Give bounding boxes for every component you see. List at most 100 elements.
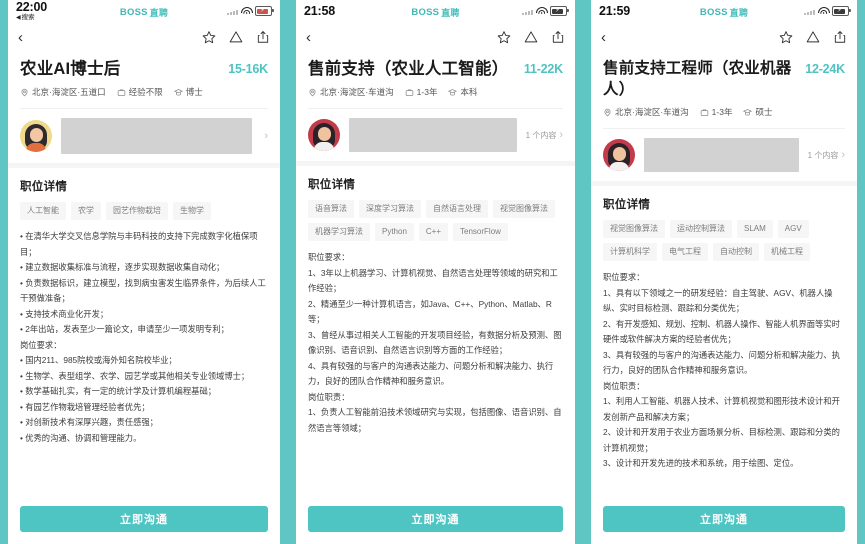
description-line: • 支持技术商业化开发； bbox=[20, 308, 109, 319]
description-line: • 有园艺作物栽培管理经验者优先； bbox=[20, 401, 150, 412]
boss-logo-en: BOSS bbox=[699, 7, 728, 18]
phone-panel-2: 21:58 BOSS 直聘 ⚡ ‹ 售前支持（农业人工智能） 11-22K 北京… bbox=[288, 0, 583, 544]
back-button[interactable]: ‹ bbox=[306, 30, 322, 45]
skill-tag: 语音算法 bbox=[308, 200, 354, 218]
star-icon[interactable] bbox=[202, 30, 216, 44]
battery-icon: ⚡ bbox=[550, 6, 569, 16]
details-section-title: 职位详情 bbox=[20, 181, 68, 193]
chevron-right-icon: › bbox=[559, 128, 563, 141]
nav-bar: ‹ bbox=[296, 22, 575, 52]
description-line: 2、有开发感知、规划、控制、机器人操作、智能人机界面等实时硬件或软件解决方案的经… bbox=[603, 318, 840, 345]
meta-education: 博士 bbox=[173, 86, 203, 98]
nav-bar: ‹ bbox=[8, 22, 280, 52]
job-title-row: 农业AI博士后 15-16K bbox=[20, 58, 268, 80]
chat-now-button[interactable]: 立即沟通 bbox=[308, 506, 563, 532]
job-title-row: 售前支持（农业人工智能） 11-22K bbox=[308, 58, 563, 80]
skill-tag: SLAM bbox=[737, 220, 773, 238]
job-description: 职位要求： 1、具有以下领域之一的研发经验：自主驾驶、AGV、机器人操纵、实时目标… bbox=[603, 270, 845, 472]
nav-actions bbox=[779, 30, 847, 44]
avatar bbox=[603, 139, 635, 171]
page-title: 售前支持（农业人工智能） bbox=[308, 60, 509, 78]
boss-logo: BOSS 直聘 bbox=[411, 6, 459, 19]
description-line: 1、具有以下领域之一的研发经验：自主驾驶、AGV、机器人操纵、实时目标检测、跟踪… bbox=[603, 287, 833, 314]
status-bar-right: ⚡ bbox=[522, 6, 569, 16]
description-line: 岗位职责： bbox=[308, 391, 350, 402]
status-back-label: 搜索 bbox=[21, 13, 35, 21]
back-button[interactable]: ‹ bbox=[601, 30, 617, 45]
status-bar: 21:59 BOSS 直聘 ⚡ bbox=[591, 0, 857, 22]
boss-card[interactable]: › bbox=[8, 109, 280, 163]
boss-logo-en: BOSS bbox=[411, 7, 440, 18]
share-icon[interactable] bbox=[256, 30, 270, 44]
description-line: • 建立数据收集标准与流程，逐步实现数据收集自动化； bbox=[20, 262, 225, 272]
share-icon[interactable] bbox=[833, 30, 847, 44]
signal-icon bbox=[522, 8, 533, 15]
salary-badge: 15-16K bbox=[228, 62, 268, 76]
status-bar-left: 22:00 ◀ 搜索 bbox=[16, 0, 90, 22]
battery-icon: ⚡ bbox=[832, 6, 851, 16]
chevron-right-icon: › bbox=[841, 148, 845, 161]
skill-tag: 园艺作物栽培 bbox=[106, 202, 168, 220]
status-bar: 21:58 BOSS 直聘 ⚡ bbox=[296, 0, 575, 22]
description-line: • 国内211、985院校或海外知名院校毕业； bbox=[20, 355, 177, 365]
description-line: 1、利用人工智能、机器人技术、计算机视觉和图形技术设计和开发创新产品和解决方案； bbox=[603, 396, 840, 422]
star-icon[interactable] bbox=[497, 30, 511, 44]
meta-experience: 1-3年 bbox=[700, 106, 732, 118]
boss-card[interactable]: 1 个内容 › bbox=[296, 109, 575, 161]
battery-icon: ⚡ bbox=[255, 6, 274, 16]
chat-now-button[interactable]: 立即沟通 bbox=[603, 506, 845, 532]
meta-location: 北京·海淀区·五道口 bbox=[20, 86, 106, 98]
meta-location: 北京·海淀区·车道沟 bbox=[308, 86, 394, 98]
warning-icon[interactable] bbox=[229, 30, 243, 44]
star-icon[interactable] bbox=[779, 30, 793, 44]
description-line: • 优秀的沟通、协调和管理能力。 bbox=[20, 432, 142, 443]
boss-content-count: 1 个内容 bbox=[807, 150, 839, 160]
description-line: 岗位职责： bbox=[603, 380, 645, 391]
boss-info-placeholder bbox=[644, 138, 799, 172]
job-description: • 在清华大学交叉信息学院与丰码科技的支持下完成数字化植保项目； • 建立数据收集… bbox=[20, 229, 268, 446]
status-back-to-app[interactable]: ◀ 搜索 bbox=[16, 14, 90, 22]
status-time: 22:00 bbox=[16, 0, 47, 14]
boss-card-right: › bbox=[261, 130, 268, 142]
job-details: 职位详情 语音算法 深度学习算法 自然语言处理 视觉图像算法 机器学习算法 Python C… bbox=[296, 166, 575, 496]
job-details: 职位详情 视觉图像算法 运动控制算法 SLAM AGV 计算机科学 电气工程 自动控制 机械工… bbox=[591, 186, 857, 496]
meta-location-label: 北京·海淀区·五道口 bbox=[32, 87, 106, 97]
status-bar-left: 21:59 bbox=[599, 4, 673, 18]
details-section-title: 职位详情 bbox=[603, 199, 651, 211]
share-icon[interactable] bbox=[551, 30, 565, 44]
wifi-icon bbox=[535, 7, 548, 15]
phone-panel-3: 21:59 BOSS 直聘 ⚡ ‹ 售前支持工程师（农业机器人） 12-24K … bbox=[583, 0, 865, 544]
skill-tag: TensorFlow bbox=[453, 223, 508, 241]
warning-icon[interactable] bbox=[806, 30, 820, 44]
skill-tag: C++ bbox=[418, 223, 449, 241]
description-line: 4、具有较强的与客户的沟通表达能力、问题分析和解决能力、执行力，良好的团队合作精… bbox=[308, 360, 554, 387]
job-meta: 北京·海淀区·车道沟 1-3年 本科 bbox=[308, 86, 563, 98]
status-bar-right: ⚡ bbox=[227, 6, 274, 16]
description-line: 岗位要求： bbox=[20, 339, 62, 350]
meta-education: 硕士 bbox=[743, 106, 772, 118]
back-button[interactable]: ‹ bbox=[18, 30, 34, 45]
skill-tag: Python bbox=[375, 223, 414, 241]
warning-icon[interactable] bbox=[524, 30, 538, 44]
meta-location-label: 北京·海淀区·车道沟 bbox=[320, 87, 394, 97]
boss-logo-cn: 直聘 bbox=[149, 8, 169, 18]
boss-logo-en: BOSS bbox=[119, 7, 148, 18]
description-line: 1、3年以上机器学习、计算机视觉、自然语言处理等领域的研究和工作经验； bbox=[308, 267, 558, 294]
job-details: 职位详情 人工智能 农学 园艺作物栽培 生物学 • 在清华大学交叉信息学院与丰码科技的… bbox=[8, 168, 280, 496]
boss-logo-cn: 直聘 bbox=[441, 8, 460, 18]
boss-content-count: 1 个内容 bbox=[525, 130, 557, 140]
skill-tag-list: 人工智能 农学 园艺作物栽培 生物学 bbox=[20, 202, 268, 220]
signal-icon bbox=[227, 8, 238, 15]
boss-card-right: 1 个内容 › bbox=[525, 128, 563, 141]
meta-education-label: 硕士 bbox=[755, 107, 773, 117]
nav-bar: ‹ bbox=[591, 22, 857, 52]
page-title: 农业AI博士后 bbox=[20, 60, 121, 78]
status-time: 21:59 bbox=[599, 4, 630, 18]
meta-education-label: 本科 bbox=[460, 87, 478, 97]
job-meta: 北京·海淀区·车道沟 1-3年 硕士 bbox=[603, 106, 845, 118]
description-line: 职位要求： bbox=[308, 252, 350, 262]
description-line: 职位要求： bbox=[603, 272, 645, 282]
chat-now-button[interactable]: 立即沟通 bbox=[20, 506, 268, 532]
boss-card[interactable]: 1 个内容 › bbox=[591, 129, 857, 181]
description-line: 2、精通至少一种计算机语言，如Java、C++、Python、Matlab、R等… bbox=[308, 298, 552, 325]
